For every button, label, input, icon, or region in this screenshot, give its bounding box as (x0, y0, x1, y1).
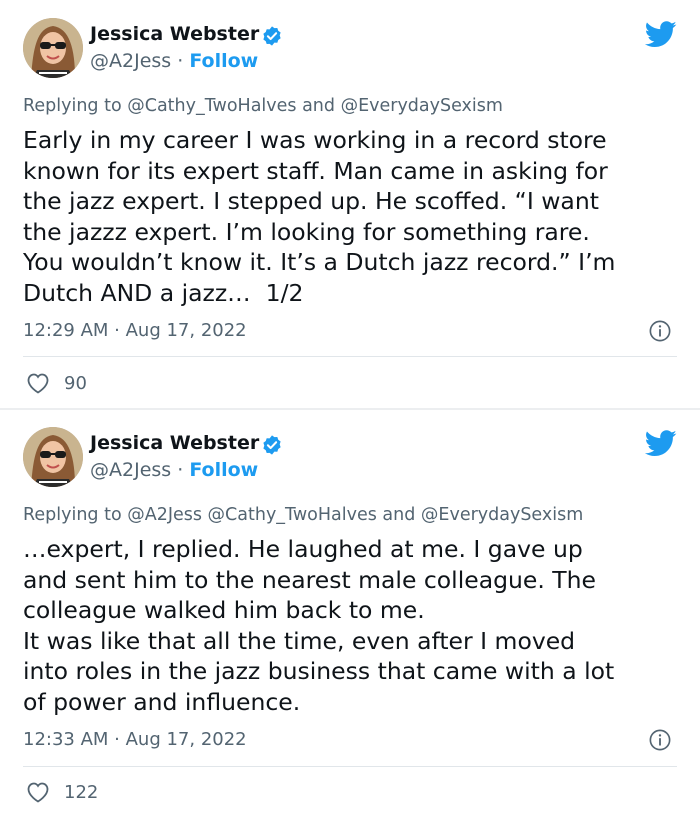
info-icon[interactable] (649, 320, 671, 342)
follow-button[interactable]: Follow (189, 50, 258, 72)
verified-badge-icon (263, 435, 281, 455)
avatar[interactable] (23, 18, 83, 78)
tweet-timestamp[interactable]: 12:29 AM · Aug 17, 2022 (23, 320, 247, 341)
twitter-bird-icon[interactable] (645, 21, 677, 48)
divider (23, 766, 677, 767)
replying-to[interactable]: Replying to @Cathy_TwoHalves and @Everyd… (23, 96, 503, 116)
heart-icon (27, 782, 49, 803)
twitter-bird-icon[interactable] (645, 430, 677, 457)
divider (23, 356, 677, 357)
tweet-text: …expert, I replied. He laughed at me. I … (23, 535, 615, 716)
separator-dot: · (177, 459, 184, 481)
tweet-timestamp[interactable]: 12:33 AM · Aug 17, 2022 (23, 729, 247, 750)
like-count: 122 (64, 781, 99, 803)
author-name[interactable]: Jessica Webster (90, 23, 259, 45)
tweet-card[interactable]: Jessica Webster @A2Jess · Follow Replyin… (0, 0, 700, 408)
author-handle[interactable]: @A2Jess (90, 50, 171, 72)
heart-icon (27, 373, 49, 394)
separator-dot: · (177, 50, 184, 72)
avatar[interactable] (23, 427, 83, 487)
verified-badge-icon (263, 26, 281, 46)
tweet-text: Early in my career I was working in a re… (23, 126, 616, 307)
like-count: 90 (64, 372, 87, 394)
like-button[interactable]: 90 (26, 372, 87, 394)
author-handle-row: @A2Jess · Follow (90, 459, 258, 481)
author-name[interactable]: Jessica Webster (90, 432, 259, 454)
like-button[interactable]: 122 (26, 781, 98, 803)
tweet-card[interactable]: Jessica Webster @A2Jess · Follow Replyin… (0, 410, 700, 819)
author-handle[interactable]: @A2Jess (90, 459, 171, 481)
replying-to[interactable]: Replying to @A2Jess @Cathy_TwoHalves and… (23, 505, 583, 525)
follow-button[interactable]: Follow (189, 459, 258, 481)
author-handle-row: @A2Jess · Follow (90, 50, 258, 72)
info-icon[interactable] (649, 729, 671, 751)
